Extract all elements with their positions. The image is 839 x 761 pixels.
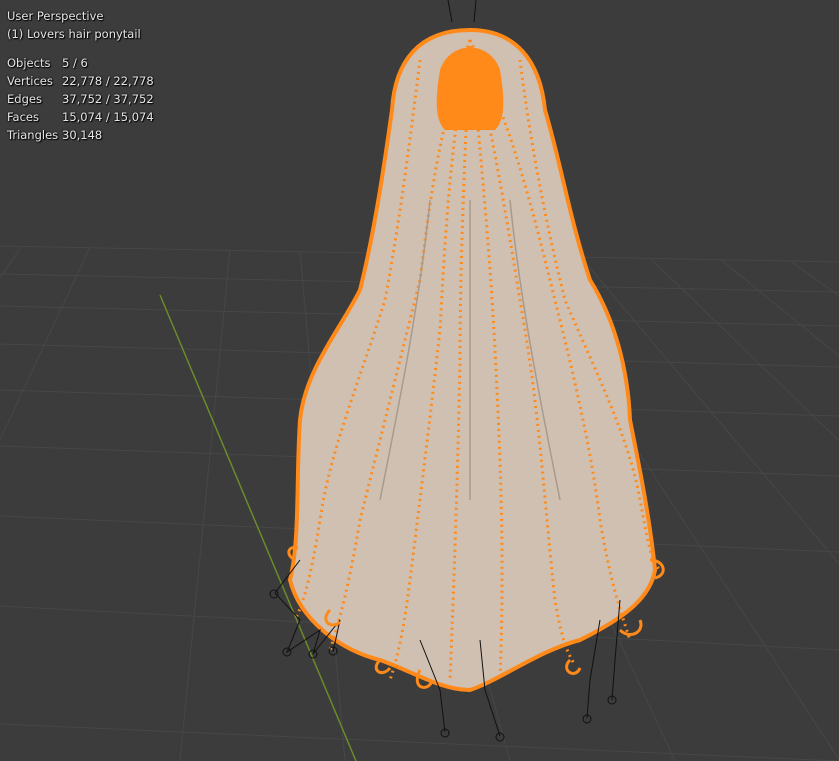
3d-viewport[interactable]: User Perspective (1) Lovers hair ponytai… (0, 0, 839, 761)
hair-mesh[interactable] (287, 27, 662, 693)
stat-row-objects: Objects 5 / 6 (7, 54, 154, 72)
stat-value: 30,148 (62, 128, 103, 142)
stat-row-triangles: Triangles 30,148 (7, 126, 154, 144)
stat-row-vertices: Vertices 22,778 / 22,778 (7, 72, 154, 90)
stat-value: 22,778 / 22,778 (62, 74, 154, 88)
stat-label: Triangles (7, 128, 59, 142)
stat-label: Vertices (7, 74, 53, 88)
stat-label: Edges (7, 92, 42, 106)
stat-value: 37,752 / 37,752 (62, 92, 154, 106)
stat-row-edges: Edges 37,752 / 37,752 (7, 90, 154, 108)
stat-label: Faces (7, 110, 39, 124)
stat-label: Objects (7, 56, 51, 70)
stat-value: 5 / 6 (62, 56, 88, 70)
viewport-info-overlay: User Perspective (1) Lovers hair ponytai… (7, 7, 154, 144)
stat-row-faces: Faces 15,074 / 15,074 (7, 108, 154, 126)
active-object-name: (1) Lovers hair ponytail (7, 27, 141, 41)
scene-statistics: Objects 5 / 6 Vertices 22,778 / 22,778 E… (7, 54, 154, 144)
stat-value: 15,074 / 15,074 (62, 110, 154, 124)
view-title: User Perspective (7, 9, 104, 23)
